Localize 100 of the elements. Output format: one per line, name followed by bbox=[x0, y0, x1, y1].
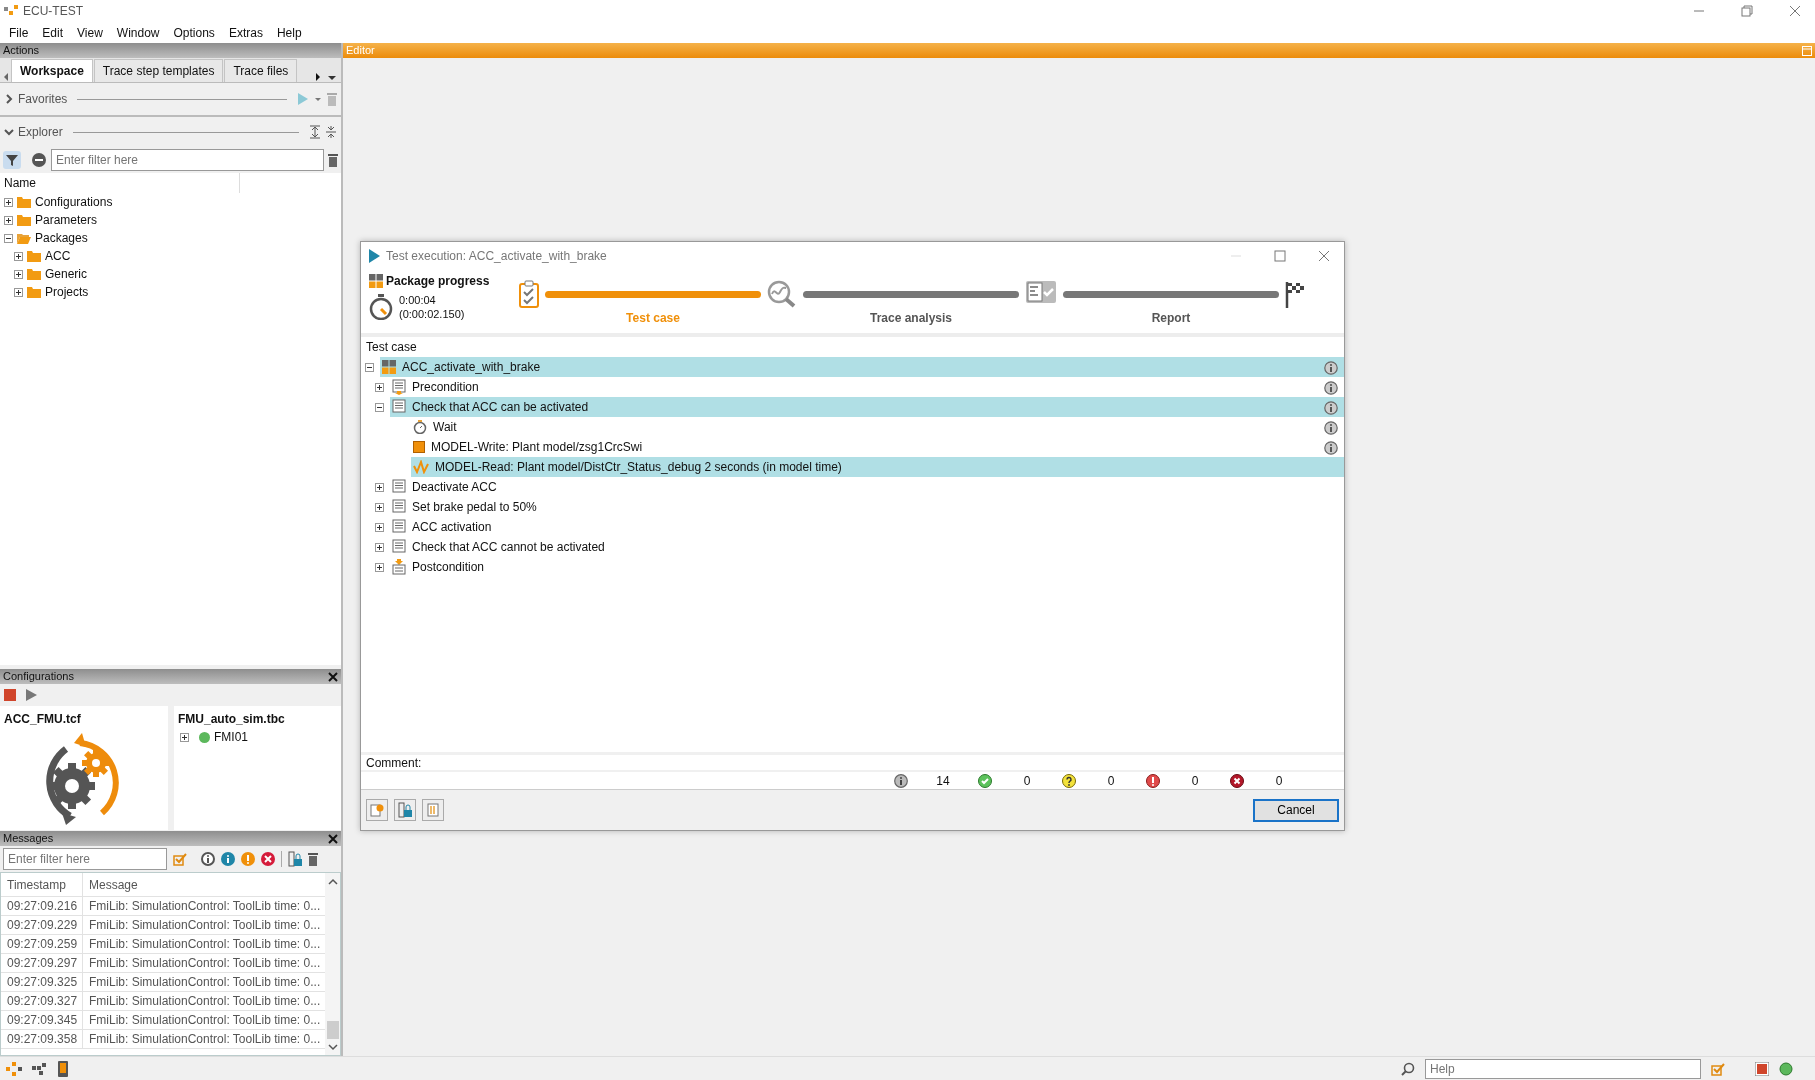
tree-row[interactable]: Check that ACC can be activated bbox=[390, 397, 1344, 417]
search-icon[interactable] bbox=[1401, 1061, 1415, 1076]
device-icon[interactable] bbox=[58, 1060, 68, 1077]
clear-filter-icon[interactable] bbox=[31, 152, 47, 168]
scrollbar-thumb[interactable] bbox=[326, 1021, 339, 1039]
tab[interactable]: Trace step templates bbox=[93, 59, 224, 82]
scroll-right-icon[interactable] bbox=[314, 72, 322, 82]
tree-row[interactable]: Set brake pedal to 50% bbox=[390, 497, 1344, 517]
tree-item[interactable]: Projects bbox=[45, 283, 89, 301]
magnifier-wave-icon bbox=[767, 280, 797, 308]
play-icon[interactable] bbox=[26, 689, 37, 701]
trash-icon[interactable] bbox=[328, 153, 338, 167]
menu-item[interactable]: File bbox=[2, 23, 36, 42]
question-icon bbox=[1062, 773, 1076, 788]
collapse-toggle[interactable] bbox=[4, 233, 13, 243]
menu-item[interactable]: Extras bbox=[221, 23, 270, 42]
info-filter-icon[interactable] bbox=[201, 852, 215, 866]
expand-toggle[interactable] bbox=[14, 251, 23, 261]
toolbar-button[interactable] bbox=[394, 799, 416, 821]
menu-item[interactable]: Edit bbox=[35, 23, 71, 42]
table-cell-text: FmiLib: SimulationControl: ToolLib time: 0... bbox=[88, 955, 321, 972]
close-icon[interactable] bbox=[1318, 250, 1330, 262]
close-icon[interactable] bbox=[328, 833, 338, 844]
comment-label: Comment: bbox=[366, 754, 422, 772]
tree-row[interactable]: Precondition bbox=[390, 377, 1344, 397]
result-count: 0 bbox=[1274, 772, 1284, 790]
trash-icon[interactable] bbox=[308, 852, 318, 866]
edit-check-icon[interactable] bbox=[173, 852, 187, 866]
tree-row[interactable]: ACC_activate_with_brake bbox=[380, 357, 1344, 377]
precondition-icon bbox=[392, 379, 406, 395]
expand-toggle[interactable] bbox=[375, 382, 384, 392]
maximize-icon[interactable] bbox=[1274, 250, 1286, 262]
tab[interactable]: Trace files bbox=[224, 59, 298, 82]
stop-icon[interactable] bbox=[1755, 1061, 1769, 1076]
expand-all-icon[interactable] bbox=[309, 125, 321, 139]
postcondition-icon bbox=[392, 559, 406, 575]
lock-icon[interactable] bbox=[288, 851, 302, 867]
tree-row[interactable]: MODEL-Read: Plant model/DistCtr_Status_debug 2 seconds (in model time) bbox=[411, 457, 1344, 477]
panel-title: Actions bbox=[3, 43, 40, 59]
info-icon[interactable] bbox=[221, 852, 235, 866]
tree-item[interactable]: FMI01 bbox=[214, 728, 248, 746]
collapse-all-icon[interactable] bbox=[325, 125, 337, 139]
column-header: Test case bbox=[366, 339, 417, 356]
folder-icon bbox=[27, 250, 41, 262]
menu-item[interactable]: Options bbox=[166, 23, 222, 42]
chevron-right-icon[interactable] bbox=[4, 94, 14, 104]
expand-toggle[interactable] bbox=[4, 215, 13, 225]
step-label: Wait bbox=[433, 419, 457, 436]
panel-title: Configurations bbox=[3, 669, 74, 685]
scroll-down-icon[interactable] bbox=[327, 1042, 338, 1052]
test-block-icon bbox=[392, 399, 406, 415]
cancel-button[interactable]: Cancel bbox=[1253, 798, 1339, 822]
collapse-toggle[interactable] bbox=[375, 402, 384, 412]
expand-toggle[interactable] bbox=[375, 562, 384, 572]
tab[interactable]: Workspace bbox=[11, 59, 93, 82]
tree-item[interactable]: Parameters bbox=[35, 211, 98, 229]
modules-icon[interactable] bbox=[32, 1062, 48, 1075]
close-icon[interactable] bbox=[328, 671, 338, 682]
collapse-toggle[interactable] bbox=[365, 362, 374, 372]
menu-item[interactable]: View bbox=[70, 23, 110, 42]
expand-toggle[interactable] bbox=[180, 732, 189, 742]
expand-toggle[interactable] bbox=[14, 287, 23, 297]
info-icon bbox=[894, 773, 908, 788]
tree-row[interactable]: Check that ACC cannot be activated bbox=[390, 537, 1344, 557]
expand-toggle[interactable] bbox=[375, 482, 384, 492]
tree-item[interactable]: Packages bbox=[35, 229, 88, 247]
chevron-down-icon[interactable] bbox=[4, 127, 14, 137]
expand-toggle[interactable] bbox=[14, 269, 23, 279]
expand-toggle[interactable] bbox=[375, 502, 384, 512]
test-block-icon bbox=[392, 479, 406, 495]
tree-row[interactable]: MODEL-Write: Plant model/zsg1CrcSwi bbox=[411, 437, 1344, 457]
filter-field[interactable]: Enter filter here bbox=[3, 848, 167, 870]
scroll-up-icon[interactable] bbox=[327, 877, 338, 887]
expand-toggle[interactable] bbox=[375, 542, 384, 552]
tree-row[interactable]: ACC activation bbox=[390, 517, 1344, 537]
tree-item[interactable]: ACC bbox=[45, 247, 71, 265]
restore-icon[interactable] bbox=[1741, 5, 1753, 17]
tree-item[interactable]: Configurations bbox=[35, 193, 113, 211]
info-icon bbox=[1324, 420, 1338, 435]
filter-icon[interactable] bbox=[3, 151, 21, 169]
tree-row[interactable]: Deactivate ACC bbox=[390, 477, 1344, 497]
tree-row[interactable]: Wait bbox=[411, 417, 1344, 437]
tree-item[interactable]: Generic bbox=[45, 265, 88, 283]
app-logo-icon bbox=[4, 5, 18, 17]
menu-item[interactable]: Help bbox=[269, 23, 309, 42]
tree-row[interactable]: Postcondition bbox=[390, 557, 1344, 577]
expand-toggle[interactable] bbox=[375, 522, 384, 532]
edit-check-icon[interactable] bbox=[1711, 1061, 1725, 1076]
network-icon[interactable] bbox=[6, 1061, 22, 1076]
table-cell-text: FmiLib: SimulationControl: ToolLib time: 0... bbox=[88, 936, 321, 953]
error-icon[interactable] bbox=[261, 852, 275, 866]
check-icon bbox=[978, 773, 992, 788]
step-label: Precondition bbox=[412, 379, 479, 396]
expand-toggle[interactable] bbox=[4, 197, 13, 207]
stopwatch-icon bbox=[369, 294, 393, 320]
filter-field[interactable]: Enter filter here bbox=[51, 149, 324, 171]
help-search-field[interactable]: Help bbox=[1425, 1058, 1701, 1079]
close-icon[interactable] bbox=[1789, 5, 1801, 17]
menu-item[interactable]: Window bbox=[109, 23, 167, 42]
lock-icon bbox=[398, 802, 412, 818]
